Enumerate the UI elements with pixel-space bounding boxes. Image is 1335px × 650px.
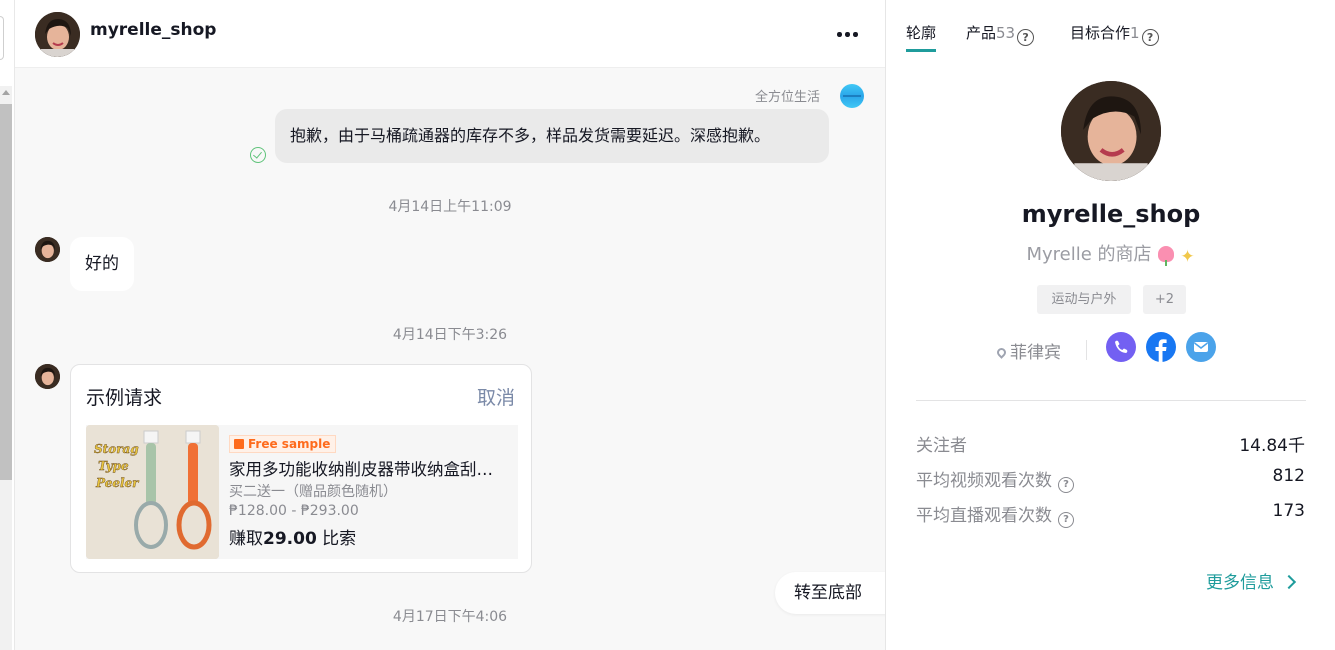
creator-profile-panel: 轮廓 产品53? 目标合作1? myrelle_shop Myrelle 的商店… (885, 0, 1335, 650)
timestamp: 4月14日上午11:09 (388, 199, 512, 215)
outgoing-sender-name: 全方位生活 (755, 90, 821, 105)
more-options-icon[interactable] (831, 22, 865, 46)
incoming-avatar (35, 364, 60, 389)
sparkles-emoji-icon: ✦ (1180, 247, 1195, 267)
location-text: 菲律宾 (1010, 343, 1061, 363)
stat-label: 平均视频观看次数 (916, 471, 1052, 491)
sample-request-title: 示例请求 (86, 387, 163, 409)
tab-count: 1 (1130, 24, 1140, 42)
viber-icon[interactable] (1106, 332, 1136, 362)
product-image-text-line: Peeler (95, 476, 140, 490)
stat-label: 关注者 (916, 436, 967, 456)
header-username: myrelle_shop (90, 20, 217, 40)
location-pin-icon (995, 346, 1008, 359)
chevron-right-icon (1281, 574, 1297, 590)
product-image-text-line: Type (98, 459, 129, 473)
stat-followers-label: 关注者 (916, 431, 967, 456)
product-variant: 买二送一（赠品颜色随机） (229, 484, 397, 500)
earn-amount: 29.00 (263, 529, 317, 549)
facebook-icon[interactable] (1146, 332, 1176, 362)
tab-label: 目标合作 (1070, 24, 1131, 42)
chat-header: myrelle_shop (15, 0, 885, 68)
more-tags-badge[interactable]: +2 (1143, 285, 1186, 314)
tab-label: 产品 (966, 24, 997, 42)
left-panel-edge (0, 0, 15, 650)
incoming-message-bubble: 好的 (70, 237, 134, 291)
tulip-emoji-icon (1157, 246, 1174, 266)
more-info-label: 更多信息 (1206, 573, 1274, 593)
product-image[interactable]: Storag Type Peeler (86, 425, 219, 559)
tab-products[interactable]: 产品53? (966, 22, 1035, 46)
timestamp: 4月17日下午4:06 (392, 609, 508, 625)
tab-profile[interactable]: 轮廓 (906, 22, 937, 52)
message-sent-check-icon (250, 147, 266, 163)
incoming-avatar (35, 237, 60, 262)
scroll-to-bottom-button[interactable]: 转至底部 (775, 572, 895, 614)
product-row[interactable]: Storag Type Peeler Free sample 家用多功能收纳削皮… (86, 425, 518, 559)
chat-panel: myrelle_shop 全方位生活 抱歉，由于马桶疏通器的库存不多，样品发货需… (15, 0, 895, 650)
stat-avg-live-views-value: 173 (1272, 501, 1305, 521)
shop-name-text: Myrelle 的商店 (1026, 244, 1152, 265)
free-sample-badge: Free sample (229, 435, 337, 453)
sample-request-card: 示例请求 取消 Storag Type Peeler Free sample 家 (70, 364, 532, 573)
free-sample-label: Free sample (248, 437, 331, 451)
tab-target-collaborations[interactable]: 目标合作1? (1070, 22, 1159, 46)
commission-earnings: 赚取29.00 比索 (229, 524, 356, 549)
help-icon[interactable]: ? (1058, 477, 1074, 493)
stat-label: 平均直播观看次数 (916, 506, 1052, 526)
header-avatar[interactable] (35, 12, 80, 57)
left-panel-tab (0, 16, 4, 60)
stat-avg-video-views-value: 812 (1272, 466, 1305, 486)
divider (1086, 340, 1087, 360)
tab-label: 轮廓 (906, 24, 937, 42)
stat-avg-video-views-label: 平均视频观看次数? (916, 466, 1074, 493)
cancel-request-button[interactable]: 取消 (477, 383, 515, 410)
timestamp: 4月14日下午3:26 (392, 327, 508, 343)
product-name[interactable]: 家用多功能收纳削皮器带收纳盒刮… (229, 456, 514, 480)
help-icon[interactable]: ? (1017, 29, 1035, 46)
sender-avatar-icon (840, 84, 864, 108)
outgoing-message-bubble: 抱歉，由于马桶疏通器的库存不多，样品发货需要延迟。深感抱歉。 (275, 109, 829, 163)
email-icon[interactable] (1186, 332, 1216, 362)
help-icon[interactable]: ? (1058, 512, 1074, 528)
earn-prefix: 赚取 (229, 529, 263, 549)
profile-avatar (1061, 81, 1161, 181)
tab-count: 53 (996, 24, 1016, 42)
product-image-text-line: Storag (94, 442, 139, 456)
profile-username: myrelle_shop (1021, 200, 1201, 228)
stat-avg-live-views-label: 平均直播观看次数? (916, 501, 1074, 528)
category-tag: 运动与户外 (1037, 285, 1131, 314)
help-icon[interactable]: ? (1141, 29, 1159, 46)
scrollbar-up-arrow[interactable] (2, 90, 10, 95)
product-price-range: ₱128.00 - ₱293.00 (229, 503, 359, 519)
active-tab-indicator (906, 49, 936, 52)
more-info-link[interactable]: 更多信息 (1206, 568, 1297, 593)
scrollbar-thumb[interactable] (0, 104, 12, 480)
profile-location: 菲律宾 (995, 338, 1061, 363)
profile-shop-name: Myrelle 的商店 ✦ (886, 240, 1335, 266)
earn-suffix: 比索 (316, 529, 357, 549)
gift-icon (234, 439, 244, 449)
stat-followers-value: 14.84千 (1239, 436, 1305, 456)
section-divider (916, 400, 1306, 401)
